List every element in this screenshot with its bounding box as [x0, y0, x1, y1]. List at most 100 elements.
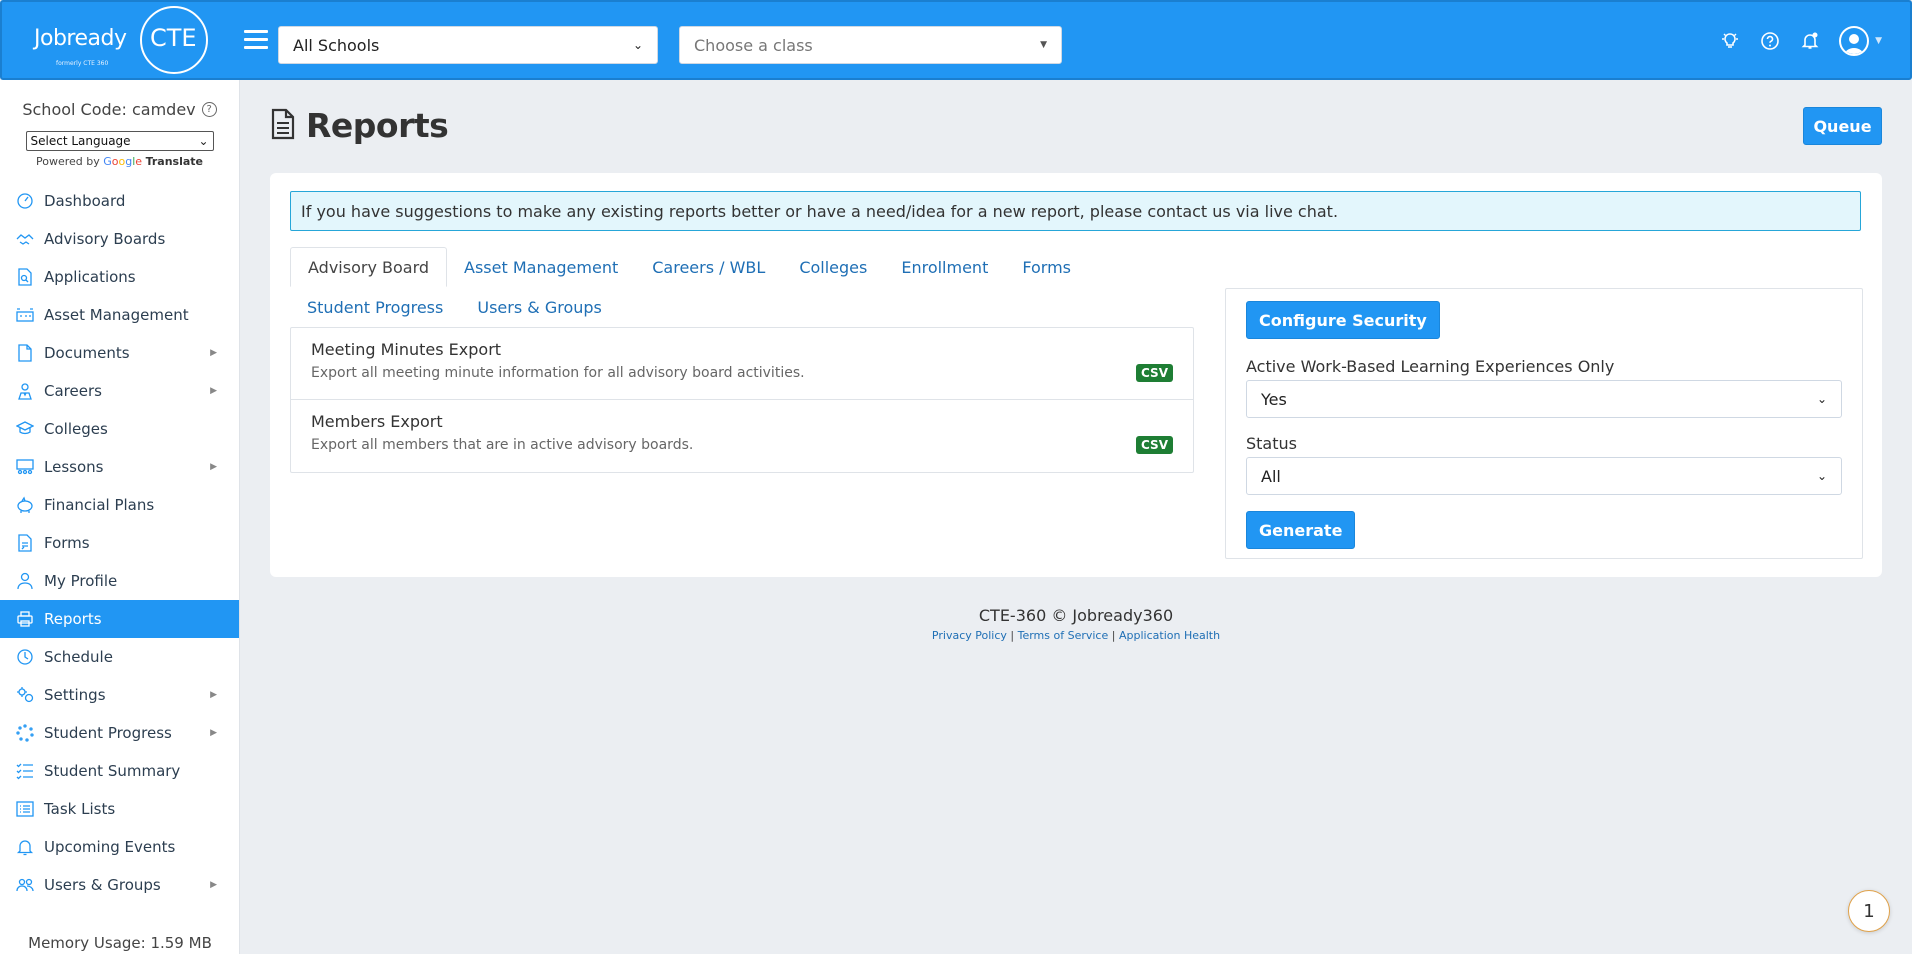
- sidebar-item-colleges[interactable]: Colleges: [0, 410, 239, 448]
- tab-row-2: Student Progress Users & Groups: [290, 287, 1230, 327]
- user-icon: [14, 572, 36, 590]
- sidebar-nav: Dashboard Advisory Boards Applications Asse…: [0, 182, 239, 904]
- sidebar-item-asset-management[interactable]: Asset Management: [0, 296, 239, 334]
- powered-by-label: Powered by: [35, 155, 100, 168]
- sidebar-item-label: Careers: [44, 382, 102, 400]
- hamburger-menu-icon[interactable]: [244, 30, 268, 52]
- tab-student-progress[interactable]: Student Progress: [290, 287, 460, 327]
- asset-icon: [14, 306, 36, 324]
- sidebar-item-label: Applications: [44, 268, 136, 286]
- sidebar-item-lessons[interactable]: Lessons ▶: [0, 448, 239, 486]
- sidebar-item-settings[interactable]: Settings ▶: [0, 676, 239, 714]
- sidebar-item-financial-plans[interactable]: Financial Plans: [0, 486, 239, 524]
- sidebar-item-label: Settings: [44, 686, 106, 704]
- terms-of-service-link[interactable]: Terms of Service: [1018, 629, 1109, 642]
- help-icon[interactable]: [1759, 30, 1781, 52]
- chat-bubble[interactable]: 1: [1848, 890, 1890, 932]
- sidebar-item-my-profile[interactable]: My Profile: [0, 562, 239, 600]
- sidebar-item-label: Lessons: [44, 458, 104, 476]
- gears-icon: [14, 686, 36, 704]
- sidebar-item-label: My Profile: [44, 572, 118, 590]
- sidebar-item-label: Upcoming Events: [44, 838, 176, 856]
- list-icon: [14, 800, 36, 818]
- status-filter-select[interactable]: All ⌄: [1246, 457, 1842, 495]
- footer-copyright: CTE-360 © Jobready360: [978, 606, 1174, 625]
- logo[interactable]: Jobready CTE formerly CTE 360: [32, 6, 212, 78]
- chevron-down-icon: ⌄: [1816, 392, 1827, 406]
- page-title: Reports: [306, 106, 449, 145]
- tab-row-1: Advisory Board Asset Management Careers / …: [290, 247, 1230, 287]
- caret-down-icon: ▼: [1040, 40, 1047, 50]
- sidebar-item-documents[interactable]: Documents ▶: [0, 334, 239, 372]
- tab-users-groups[interactable]: Users & Groups: [460, 287, 619, 327]
- sidebar-item-applications[interactable]: Applications: [0, 258, 239, 296]
- sidebar-item-task-lists[interactable]: Task Lists: [0, 790, 239, 828]
- sidebar-item-upcoming-events[interactable]: Upcoming Events: [0, 828, 239, 866]
- lightbulb-icon[interactable]: [1719, 30, 1741, 52]
- caret-right-icon: ▶: [210, 348, 217, 358]
- class-select[interactable]: Choose a class ▼: [679, 26, 1062, 64]
- translate-link[interactable]: Translate: [146, 155, 203, 168]
- logo-subtitle: formerly CTE 360: [56, 60, 109, 67]
- document-icon: [14, 344, 36, 362]
- tab-advisory-board[interactable]: Advisory Board: [290, 247, 448, 287]
- wbl-filter-value: Yes: [1261, 389, 1287, 409]
- queue-button[interactable]: Queue: [1803, 107, 1882, 145]
- sidebar-item-label: Colleges: [44, 420, 108, 438]
- tab-forms[interactable]: Forms: [1005, 247, 1088, 287]
- sidebar-item-reports[interactable]: Reports: [0, 600, 239, 638]
- user-menu[interactable]: ▼: [1839, 26, 1882, 56]
- notification-bell-icon[interactable]: [1799, 30, 1821, 52]
- help-icon[interactable]: ?: [201, 102, 217, 117]
- footer-separator: |: [1111, 629, 1116, 642]
- spinner-icon: [14, 724, 36, 742]
- tab-enrollment[interactable]: Enrollment: [884, 247, 1005, 287]
- status-filter-label: Status: [1246, 434, 1297, 453]
- tab-asset-management[interactable]: Asset Management: [447, 247, 635, 287]
- sidebar-item-dashboard[interactable]: Dashboard: [0, 182, 239, 220]
- file-search-icon: [14, 268, 36, 286]
- school-select[interactable]: All Schools ⌄: [278, 26, 658, 64]
- sidebar-item-label: Schedule: [44, 648, 113, 666]
- sidebar-item-label: Advisory Boards: [44, 230, 166, 248]
- report-list-item[interactable]: Meeting Minutes Export Export all meeting…: [291, 328, 1193, 400]
- top-bar: Jobready CTE formerly CTE 360 All School…: [0, 0, 1912, 80]
- status-filter-value: All: [1261, 466, 1281, 486]
- checklist-icon: [14, 762, 36, 780]
- footer-separator: |: [1010, 629, 1015, 642]
- graduation-cap-icon: [14, 420, 36, 438]
- configure-security-button[interactable]: Configure Security: [1246, 301, 1440, 339]
- sidebar-item-student-progress[interactable]: Student Progress ▶: [0, 714, 239, 752]
- generate-button[interactable]: Generate: [1246, 511, 1356, 549]
- sidebar-item-student-summary[interactable]: Student Summary: [0, 752, 239, 790]
- google-logo: Google: [103, 155, 143, 168]
- sidebar-item-label: Financial Plans: [44, 496, 155, 514]
- sidebar-item-schedule[interactable]: Schedule: [0, 638, 239, 676]
- csv-badge[interactable]: CSV: [1136, 364, 1173, 382]
- page-header: Reports: [270, 106, 449, 145]
- sidebar-item-label: Student Progress: [44, 724, 172, 742]
- school-code-text: School Code: camdev: [22, 100, 196, 119]
- language-select[interactable]: Select Language ⌄: [25, 131, 214, 151]
- report-list: Meeting Minutes Export Export all meeting…: [290, 327, 1194, 473]
- piggy-bank-icon: [14, 496, 36, 514]
- sidebar: School Code: camdev ? Select Language ⌄ …: [0, 80, 240, 954]
- privacy-policy-link[interactable]: Privacy Policy: [932, 629, 1007, 642]
- csv-badge[interactable]: CSV: [1136, 436, 1173, 454]
- sidebar-item-advisory-boards[interactable]: Advisory Boards: [0, 220, 239, 258]
- caret-down-icon: ▼: [1875, 36, 1882, 46]
- application-health-link[interactable]: Application Health: [1119, 629, 1220, 642]
- sidebar-item-careers[interactable]: Careers ▶: [0, 372, 239, 410]
- report-list-item[interactable]: Members Export Export all members that ar…: [291, 400, 1193, 472]
- caret-right-icon: ▶: [210, 462, 217, 472]
- logo-word: Jobready: [34, 26, 127, 51]
- dashboard-icon: [14, 192, 36, 210]
- sidebar-item-label: Documents: [44, 344, 130, 362]
- avatar-icon: [1839, 26, 1870, 56]
- tab-careers-wbl[interactable]: Careers / WBL: [635, 247, 782, 287]
- wbl-filter-select[interactable]: Yes ⌄: [1246, 380, 1842, 418]
- sidebar-item-users-groups[interactable]: Users & Groups ▶: [0, 866, 239, 904]
- tab-colleges[interactable]: Colleges: [782, 247, 884, 287]
- class-select-placeholder: Choose a class: [694, 35, 813, 55]
- sidebar-item-forms[interactable]: Forms: [0, 524, 239, 562]
